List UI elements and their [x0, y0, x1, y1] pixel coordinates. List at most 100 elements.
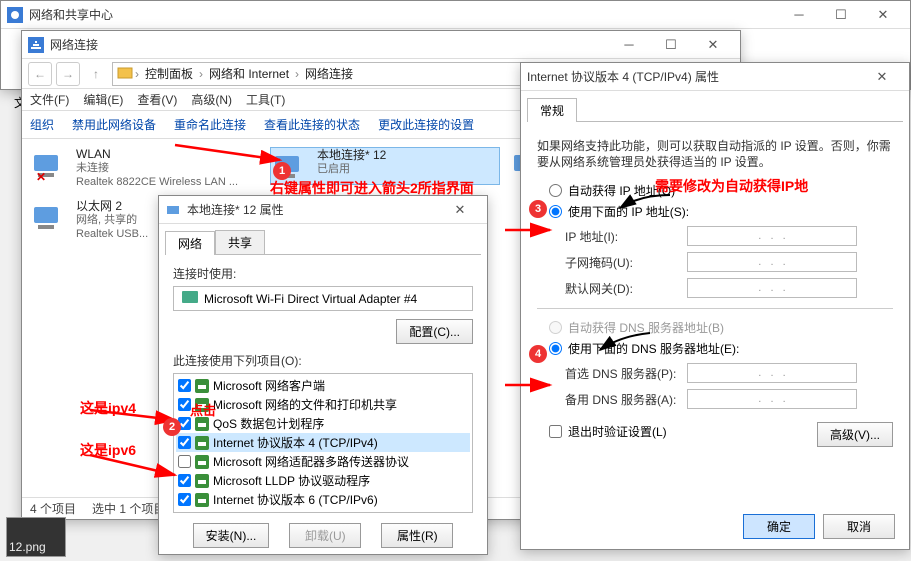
- nav-forward-button[interactable]: →: [56, 62, 80, 86]
- connection-detail: Realtek 8822CE Wireless LAN ...: [76, 175, 238, 189]
- toolbar-settings[interactable]: 更改此连接的设置: [378, 116, 474, 133]
- crumb[interactable]: 网络连接: [301, 65, 357, 82]
- toolbar-organize[interactable]: 组织: [30, 116, 54, 133]
- toolbar-status[interactable]: 查看此连接的状态: [264, 116, 360, 133]
- item-checkbox[interactable]: [178, 493, 191, 506]
- nav-back-button[interactable]: ←: [28, 62, 52, 86]
- radio-input[interactable]: [549, 342, 562, 355]
- minimize-button[interactable]: ─: [608, 32, 650, 58]
- item-label: Internet 协议版本 4 (TCP/IPv4): [213, 434, 378, 451]
- window-title: 网络连接: [50, 36, 608, 53]
- item-checkbox[interactable]: [178, 474, 191, 487]
- uninstall-button[interactable]: 卸载(U): [289, 523, 361, 548]
- dialog-title: Internet 协议版本 4 (TCP/IPv4) 属性: [527, 68, 861, 85]
- desktop-file-thumbnail[interactable]: 12.png: [6, 517, 66, 557]
- protocol-icon: [195, 455, 209, 469]
- tab-network[interactable]: 网络: [165, 231, 215, 255]
- configure-button[interactable]: 配置(C)...: [396, 319, 473, 344]
- adapter-icon: ✕: [30, 147, 70, 183]
- menu-file[interactable]: 文件(F): [30, 91, 69, 108]
- menu-advanced[interactable]: 高级(N): [191, 91, 232, 108]
- connection-status: 已启用: [317, 162, 386, 176]
- app-icon: [7, 7, 23, 23]
- connection-name: 以太网 2: [76, 199, 148, 213]
- status-count: 4 个项目: [30, 500, 76, 517]
- network-item[interactable]: Microsoft 网络的文件和打印机共享: [176, 395, 470, 414]
- radio-input[interactable]: [549, 184, 562, 197]
- nav-up-button[interactable]: ↑: [84, 62, 108, 86]
- network-item[interactable]: Internet 协议版本 4 (TCP/IPv4): [176, 433, 470, 452]
- radio-auto-dns[interactable]: 自动获得 DNS 服务器地址(B): [549, 319, 893, 336]
- network-item[interactable]: Microsoft 网络适配器多路传送器协议: [176, 452, 470, 471]
- ip-input[interactable]: . . .: [687, 226, 857, 246]
- cancel-button[interactable]: 取消: [823, 514, 895, 539]
- item-label: Microsoft LLDP 协议驱动程序: [213, 472, 370, 489]
- radio-input[interactable]: [549, 321, 562, 334]
- item-label: QoS 数据包计划程序: [213, 415, 324, 432]
- item-label: Microsoft 网络客户端: [213, 377, 325, 394]
- radio-auto-ip[interactable]: 自动获得 IP 地址(O): [549, 182, 893, 199]
- adapter-properties-dialog: 本地连接* 12 属性 ✕ 网络 共享 连接时使用: Microsoft Wi-…: [158, 195, 488, 555]
- protocol-icon: [195, 379, 209, 393]
- close-button[interactable]: ✕: [692, 32, 734, 58]
- properties-button[interactable]: 属性(R): [381, 523, 453, 548]
- gateway-label: 默认网关(D):: [537, 280, 687, 297]
- network-item[interactable]: Internet 协议版本 6 (TCP/IPv6): [176, 490, 470, 509]
- toolbar-disable[interactable]: 禁用此网络设备: [72, 116, 156, 133]
- dns1-input[interactable]: . . .: [687, 363, 857, 383]
- connection-local-12[interactable]: 本地连接* 12 已启用: [270, 147, 500, 185]
- item-checkbox[interactable]: [178, 417, 191, 430]
- ip-label: IP 地址(I):: [537, 228, 687, 245]
- adapter-icon: [165, 202, 181, 218]
- minimize-button[interactable]: ─: [778, 2, 820, 28]
- radio-input[interactable]: [549, 205, 562, 218]
- titlebar: 网络连接 ─ ☐ ✕: [22, 31, 740, 59]
- mask-label: 子网掩码(U):: [537, 254, 687, 271]
- close-button[interactable]: ✕: [862, 2, 904, 28]
- mask-input[interactable]: . . .: [687, 252, 857, 272]
- install-button[interactable]: 安装(N)...: [193, 523, 270, 548]
- dns2-input[interactable]: . . .: [687, 389, 857, 409]
- titlebar: Internet 协议版本 4 (TCP/IPv4) 属性 ✕: [521, 63, 909, 91]
- radio-manual-ip[interactable]: 使用下面的 IP 地址(S):: [549, 203, 893, 220]
- item-checkbox[interactable]: [178, 379, 191, 392]
- tab-sharing[interactable]: 共享: [215, 230, 265, 254]
- description-text: 如果网络支持此功能，则可以获取自动指派的 IP 设置。否则，你需要从网络系统管理…: [537, 138, 893, 170]
- item-checkbox[interactable]: [178, 436, 191, 449]
- window-controls: ─ ☐ ✕: [778, 2, 904, 28]
- item-checkbox[interactable]: [178, 455, 191, 468]
- ok-button[interactable]: 确定: [743, 514, 815, 539]
- menu-view[interactable]: 查看(V): [137, 91, 177, 108]
- window-controls: ─ ☐ ✕: [608, 32, 734, 58]
- menu-tools[interactable]: 工具(T): [246, 91, 285, 108]
- validate-checkbox[interactable]: [549, 425, 562, 438]
- titlebar: 网络和共享中心 ─ ☐ ✕: [1, 1, 910, 29]
- radio-manual-dns[interactable]: 使用下面的 DNS 服务器地址(E):: [549, 340, 893, 357]
- menu-edit[interactable]: 编辑(E): [83, 91, 123, 108]
- crumb[interactable]: 控制面板: [141, 65, 197, 82]
- connection-wlan[interactable]: ✕ WLAN 未连接 Realtek 8822CE Wireless LAN .…: [30, 147, 260, 189]
- maximize-button[interactable]: ☐: [650, 32, 692, 58]
- network-item[interactable]: QoS 数据包计划程序: [176, 414, 470, 433]
- adapter-name-box: Microsoft Wi-Fi Direct Virtual Adapter #…: [173, 286, 473, 311]
- connection-name: 本地连接* 12: [317, 148, 386, 162]
- tab-general[interactable]: 常规: [527, 98, 577, 122]
- maximize-button[interactable]: ☐: [820, 2, 862, 28]
- network-item[interactable]: Microsoft 网络客户端: [176, 376, 470, 395]
- protocol-icon: [195, 512, 209, 514]
- close-button[interactable]: ✕: [439, 197, 481, 223]
- protocol-icon: [195, 398, 209, 412]
- toolbar-rename[interactable]: 重命名此连接: [174, 116, 246, 133]
- close-button[interactable]: ✕: [861, 64, 903, 90]
- network-item[interactable]: 链路层拓扑发现响应程序: [176, 509, 470, 513]
- item-checkbox[interactable]: [178, 512, 191, 513]
- dns1-label: 首选 DNS 服务器(P):: [537, 365, 687, 382]
- item-checkbox[interactable]: [178, 398, 191, 411]
- network-items-list[interactable]: Microsoft 网络客户端 Microsoft 网络的文件和打印机共享 Qo…: [173, 373, 473, 513]
- crumb[interactable]: 网络和 Internet: [205, 65, 293, 82]
- network-item[interactable]: Microsoft LLDP 协议驱动程序: [176, 471, 470, 490]
- advanced-button[interactable]: 高级(V)...: [817, 422, 893, 447]
- connect-using-label: 连接时使用:: [173, 265, 473, 282]
- gateway-input[interactable]: . . .: [687, 278, 857, 298]
- thumbnail-label: 12.png: [9, 540, 46, 554]
